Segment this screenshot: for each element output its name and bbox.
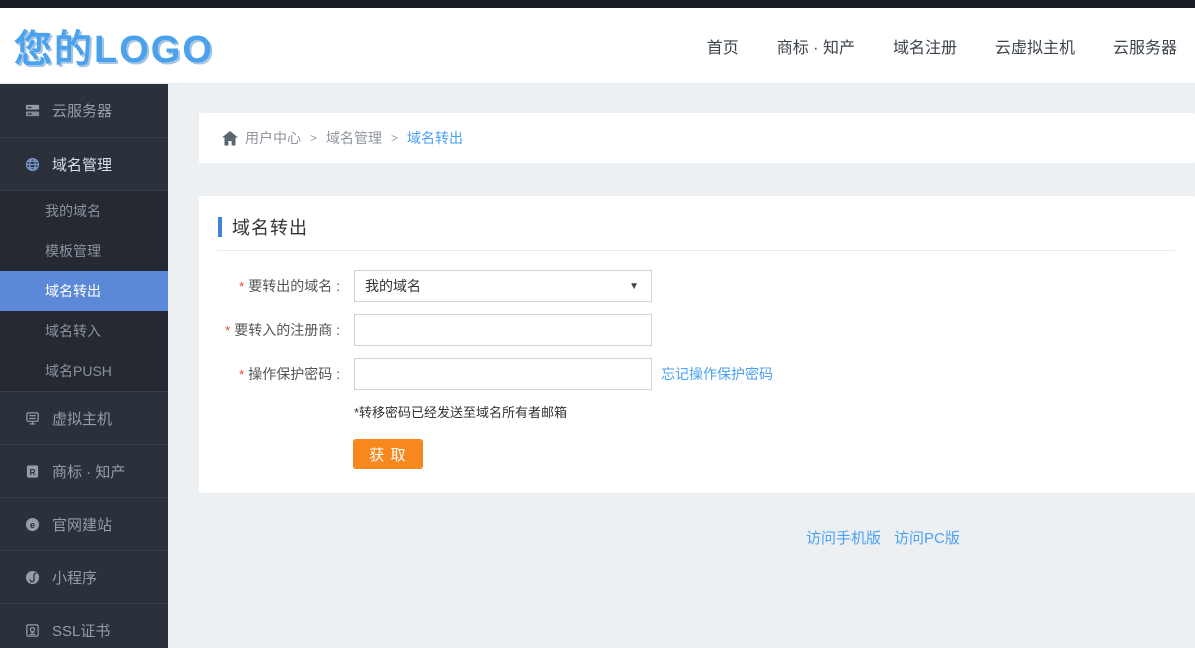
website-builder-icon: e bbox=[25, 517, 40, 532]
required-mark: * bbox=[239, 367, 245, 382]
field-label-text: 要转出的域名 : bbox=[248, 278, 340, 294]
sidebar-submenu-domain: 我的域名 模板管理 域名转出 域名转入 域名PUSH bbox=[0, 190, 168, 391]
sidebar-subitem-label: 模板管理 bbox=[45, 243, 101, 259]
svg-text:e: e bbox=[30, 519, 35, 529]
field-label-text: 要转入的注册商 : bbox=[234, 322, 340, 338]
transfer-out-form: * 要转出的域名 : 我的域名 ▼ * 要转入的注册商 : * 操作保护密码 : 忘记… bbox=[199, 270, 1195, 469]
home-icon bbox=[222, 130, 238, 146]
sidebar-subitem-domain-transfer-out[interactable]: 域名转出 bbox=[0, 271, 168, 311]
top-nav-cloud-server[interactable]: 云服务器 bbox=[1113, 34, 1177, 58]
sidebar-subitem-my-domains[interactable]: 我的域名 bbox=[0, 191, 168, 231]
svg-text:R: R bbox=[29, 466, 35, 476]
breadcrumb-separator: > bbox=[310, 131, 318, 145]
form-row-password: * 操作保护密码 : 忘记操作保护密码 bbox=[199, 358, 1195, 390]
sidebar: 云服务器 域名管理 我的域名 模板管理 域名转出 域名转入 域名PUSH 虚拟主… bbox=[0, 84, 168, 648]
sidebar-item-website-builder[interactable]: e 官网建站 bbox=[0, 497, 168, 550]
sidebar-item-label: SSL证书 bbox=[52, 622, 111, 640]
visit-pc-link[interactable]: 访问PC版 bbox=[894, 527, 960, 548]
breadcrumb-domain-management[interactable]: 域名管理 bbox=[326, 128, 382, 148]
top-dark-strip bbox=[0, 0, 1195, 8]
top-nav-cloud-host[interactable]: 云虚拟主机 bbox=[995, 34, 1075, 58]
domain-transfer-out-panel: 域名转出 * 要转出的域名 : 我的域名 ▼ * 要转入的注册商 : * 操作保护密码… bbox=[199, 196, 1195, 493]
domain-select-label: * 要转出的域名 : bbox=[199, 276, 354, 296]
get-password-button[interactable]: 获 取 bbox=[353, 439, 423, 469]
required-mark: * bbox=[239, 279, 245, 294]
chevron-down-icon: ▼ bbox=[629, 280, 639, 292]
sidebar-subitem-domain-transfer-in[interactable]: 域名转入 bbox=[0, 311, 168, 351]
site-header: 您的LOGO 首页 商标 · 知产 域名注册 云虚拟主机 云服务器 bbox=[0, 8, 1195, 84]
sidebar-subitem-label: 域名PUSH bbox=[45, 363, 112, 379]
top-nav-home[interactable]: 首页 bbox=[707, 34, 739, 58]
field-label-text: 操作保护密码 : bbox=[248, 366, 340, 382]
sidebar-item-label: 官网建站 bbox=[52, 516, 113, 534]
sidebar-item-virtual-host[interactable]: 虚拟主机 bbox=[0, 391, 168, 444]
registrar-input-label: * 要转入的注册商 : bbox=[199, 320, 354, 340]
globe-icon bbox=[25, 157, 40, 172]
transfer-password-note: *转移密码已经发送至域名所有者邮箱 bbox=[354, 405, 568, 420]
ssl-certificate-icon bbox=[25, 623, 40, 638]
top-nav-domain-register[interactable]: 域名注册 bbox=[893, 34, 957, 58]
breadcrumb-separator: > bbox=[391, 131, 399, 145]
registrar-input[interactable] bbox=[354, 314, 652, 346]
domain-select-value: 我的域名 bbox=[365, 278, 421, 294]
panel-title-row: 域名转出 bbox=[218, 216, 1195, 238]
sidebar-subitem-domain-push[interactable]: 域名PUSH bbox=[0, 351, 168, 391]
virtual-host-icon bbox=[25, 411, 40, 426]
sidebar-item-label: 云服务器 bbox=[52, 103, 113, 120]
footer-links: 访问手机版 访问PC版 bbox=[806, 527, 960, 548]
top-nav-trademark[interactable]: 商标 · 知产 bbox=[777, 34, 855, 58]
cloud-server-icon bbox=[25, 103, 40, 118]
sidebar-item-label: 商标 · 知产 bbox=[52, 463, 126, 481]
form-row-registrar: * 要转入的注册商 : bbox=[199, 314, 1195, 346]
content-area: 用户中心 > 域名管理 > 域名转出 域名转出 * 要转出的域名 : 我的域名 ▼ bbox=[168, 84, 1195, 648]
protect-password-label: * 操作保护密码 : bbox=[199, 364, 354, 384]
mini-program-icon bbox=[25, 570, 40, 585]
form-row-domain: * 要转出的域名 : 我的域名 ▼ bbox=[199, 270, 1195, 302]
title-accent-bar bbox=[218, 216, 222, 237]
breadcrumb-current-page: 域名转出 bbox=[407, 130, 464, 146]
sidebar-subitem-label: 域名转出 bbox=[45, 283, 101, 299]
breadcrumb-user-center[interactable]: 用户中心 bbox=[245, 128, 301, 148]
forgot-password-link[interactable]: 忘记操作保护密码 bbox=[661, 364, 773, 384]
main-layout: 云服务器 域名管理 我的域名 模板管理 域名转出 域名转入 域名PUSH 虚拟主… bbox=[0, 84, 1195, 648]
domain-select[interactable]: 我的域名 ▼ bbox=[354, 270, 652, 302]
sidebar-item-label: 虚拟主机 bbox=[52, 410, 113, 428]
sidebar-item-trademark[interactable]: R 商标 · 知产 bbox=[0, 444, 168, 497]
trademark-icon: R bbox=[25, 464, 40, 479]
protect-password-input[interactable] bbox=[354, 358, 652, 390]
sidebar-item-domain-management[interactable]: 域名管理 bbox=[0, 137, 168, 190]
visit-mobile-link[interactable]: 访问手机版 bbox=[806, 527, 881, 548]
sidebar-item-mini-program[interactable]: 小程序 bbox=[0, 550, 168, 603]
required-mark: * bbox=[225, 323, 231, 338]
site-logo[interactable]: 您的LOGO bbox=[14, 18, 214, 73]
sidebar-subitem-label: 我的域名 bbox=[45, 203, 101, 219]
breadcrumb: 用户中心 > 域名管理 > 域名转出 bbox=[199, 113, 1195, 163]
top-navigation: 首页 商标 · 知产 域名注册 云虚拟主机 云服务器 bbox=[707, 34, 1177, 58]
panel-title: 域名转出 bbox=[232, 217, 308, 238]
sidebar-item-ssl-certificate[interactable]: SSL证书 bbox=[0, 603, 168, 648]
panel-divider bbox=[217, 250, 1175, 251]
sidebar-item-label: 小程序 bbox=[52, 569, 98, 587]
sidebar-item-cloud-server[interactable]: 云服务器 bbox=[0, 84, 168, 137]
sidebar-item-label: 域名管理 bbox=[52, 156, 113, 174]
sidebar-subitem-template-management[interactable]: 模板管理 bbox=[0, 231, 168, 271]
sidebar-subitem-label: 域名转入 bbox=[45, 323, 101, 339]
